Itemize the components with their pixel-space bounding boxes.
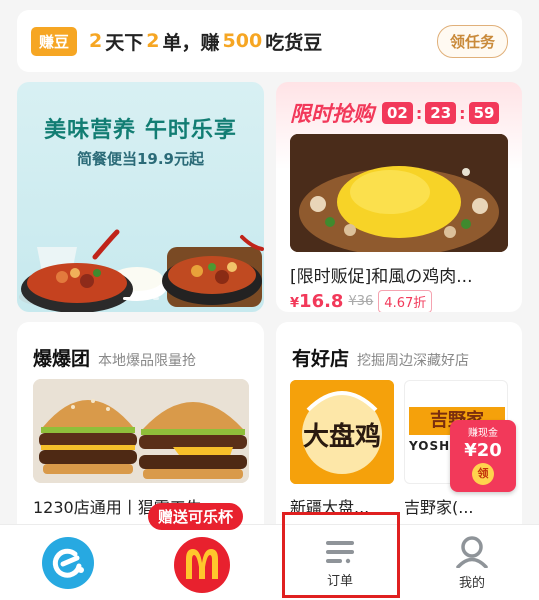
mcd-cola-cup-badge: 赠送可乐杯 [148,503,244,530]
price-amount: 16.8 [299,291,344,312]
lunch-promo-card[interactable]: 美味营养 午时乐享 简餐便当19.9元起 [17,82,264,312]
banner-days: 2 [89,30,103,52]
timer-seconds: 59 [468,102,500,124]
price-row: ¥16.8 ¥36 4.67折 [290,290,433,312]
burger-image [33,379,249,483]
claim-task-button[interactable]: 领任务 [436,24,508,58]
timer-minutes: 23 [425,102,457,124]
tab-mine[interactable]: 我的 [442,525,502,600]
orders-tab-highlight [282,512,400,598]
discount-badge: 4.67折 [378,290,433,312]
good-shops-title: 有好店 [292,348,350,370]
promo-title: 美味营养 午时乐享 [44,118,237,143]
shop2-name: 吉野家(... [404,498,474,517]
yoshinoya-logo-sub: YOSHI [409,439,456,453]
original-price: ¥36 [348,294,374,309]
countdown-timer: 02: 23: 59 [382,102,500,124]
price-currency: ¥ [290,296,300,311]
baobao-subtitle: 本地爆品限量抢 [98,353,197,369]
earn-cash-label: 赚现金 [468,428,498,439]
earn-cash-amount: ¥20 [464,440,502,461]
current-price: ¥16.8 [290,291,343,312]
eleme-logo-icon [42,537,94,589]
earn-cash-claim-button[interactable]: 领 [472,463,494,485]
baobao-title: 爆爆团 [33,348,91,370]
flash-sale-title: 限时抢购 [290,102,374,126]
mcdonalds-logo-icon [174,537,230,593]
earn-beans-tag: 赚豆 [31,26,78,56]
flash-sale-dish-image [290,134,508,252]
banner-beans-amount: 500 [222,30,263,52]
banner-text-days-label: 天下 [105,31,144,54]
flash-sale-card[interactable]: 限时抢购 02: 23: 59 [限时贩促]和風の鸡肉... ¥16.8 ¥36… [276,82,522,312]
good-shops-header: 有好店 挖掘周边深藏好店 [292,344,469,371]
good-shops-subtitle: 挖掘周边深藏好店 [357,353,470,369]
tab-home[interactable] [38,525,98,600]
baobao-header: 爆爆团 本地爆品限量抢 [33,344,196,371]
dapanji-logo-text: 大盘鸡 [302,422,381,452]
carousel-dots [122,297,159,300]
banner-orders: 2 [146,30,160,52]
bottom-tab-bar: 订单 我的 [0,524,539,600]
promo-subtitle: 简餐便当19.9元起 [76,150,204,168]
tab-mcdonalds[interactable] [170,525,234,600]
dapanji-shop-logo[interactable]: 大盘鸡 [290,380,394,484]
profile-icon [456,535,488,568]
banner-text-beans-label: 吃货豆 [265,31,323,54]
flash-sale-header: 限时抢购 02: 23: 59 [290,98,500,128]
task-banner[interactable]: 赚豆 2 天下 2 单，赚 500 吃货豆 领任务 [17,10,522,72]
banner-text-earn-label: 单，赚 [162,31,220,54]
tab-mine-label: 我的 [458,575,485,591]
timer-hours: 02 [382,102,413,124]
flash-sale-item-name: [限时贩促]和風の鸡肉... [290,267,473,287]
earn-cash-badge[interactable]: 赚现金 ¥20 领 [450,420,516,492]
promo-food-illustration [19,229,264,312]
banner-text: 2 天下 2 单，赚 500 吃货豆 [89,28,322,55]
